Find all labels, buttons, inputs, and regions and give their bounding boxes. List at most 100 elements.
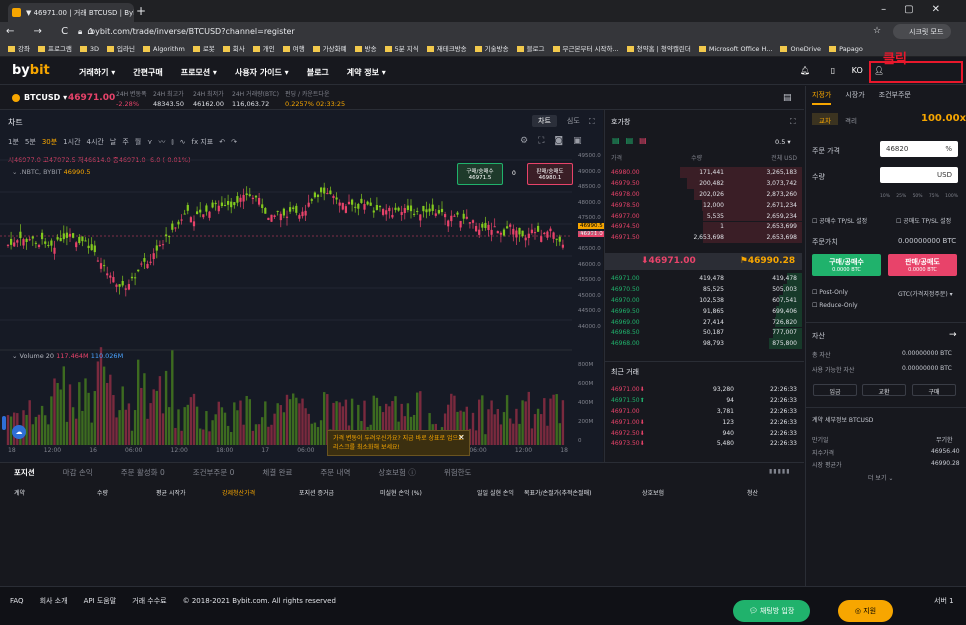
ask-row[interactable]: 46971.50 2,653,698 2,653,698 (605, 232, 802, 244)
chart-tool[interactable]: 주 (122, 138, 128, 146)
chart-settings-icons[interactable]: ⚙⛶◙▣ (520, 136, 592, 146)
incognito-profile[interactable]: 시크릿 모드 (893, 24, 952, 39)
chart-tool[interactable]: ↷ (231, 138, 237, 146)
chart-tool[interactable]: ⋎ (147, 138, 152, 146)
ask-row[interactable]: 46980.00 171,441 3,265,183 (605, 167, 802, 178)
buy-crypto-button[interactable]: 구매 (912, 384, 956, 396)
chat-room-button[interactable]: 💬︎ 채팅방 입장 (733, 600, 810, 622)
bookmark-item[interactable]: 프로그램 (38, 42, 72, 57)
nav-item[interactable]: 사용자 가이드 ▾ (235, 68, 289, 77)
chart-tool[interactable]: 30분 (42, 138, 57, 146)
nav-item[interactable]: 프로모션 ▾ (181, 68, 217, 77)
pct-step[interactable]: 25% (896, 194, 906, 202)
bookmark-item[interactable]: 방송 (355, 42, 377, 57)
more-link[interactable]: 더 보기 ⌄ (868, 473, 893, 482)
bookmark-item[interactable]: 여행 (283, 42, 305, 57)
qty-input[interactable]: USD (880, 167, 958, 183)
chart-tool[interactable]: 1시간 (63, 138, 80, 146)
position-tab[interactable]: 주문 활성화 0 (121, 468, 165, 477)
buy-long-button[interactable]: 구매/공매수 0.0000 BTC (812, 254, 881, 276)
support-button[interactable]: ◎ 지원 (838, 600, 893, 622)
tradingview-icon[interactable]: ☁ (12, 425, 26, 439)
percent-icon[interactable]: % (945, 145, 952, 153)
footer-link[interactable]: FAQ (10, 597, 24, 605)
chart-tool[interactable]: 월 (135, 138, 141, 146)
star-icon[interactable]: ☆ (873, 26, 881, 36)
chart-tool[interactable]: ↶ (219, 138, 225, 146)
ask-row[interactable]: 46978.50 12,000 2,671,234 (605, 199, 802, 211)
bookmark-item[interactable]: OneDrive (780, 42, 821, 57)
ask-row[interactable]: 46977.00 5,535 2,659,234 (605, 210, 802, 222)
margin-cross[interactable]: 교차 (812, 113, 838, 125)
tab-conditional[interactable]: 조건부주문 (879, 91, 911, 99)
leverage-value[interactable]: 100.00x (921, 113, 966, 124)
bookmark-item[interactable]: 로봇 (193, 42, 215, 57)
ask-row[interactable]: 46979.50 200,482 3,073,742 (605, 177, 802, 189)
bell-icon[interactable]: 🔔︎ (800, 66, 810, 75)
bid-row[interactable]: 46969.00 27,414 726,820 (605, 316, 802, 328)
chart-tool[interactable]: 4시간 (87, 138, 104, 146)
chart-tool[interactable]: 〰 (158, 138, 165, 146)
footer-link[interactable]: 회사 소개 (40, 597, 68, 605)
tpsl-buy-check[interactable]: ☐ 공매수 TP/SL 설정 (812, 216, 867, 225)
bookmark-item[interactable]: Algorithm (143, 42, 185, 57)
chart-tool[interactable]: 1분 (8, 138, 19, 146)
bookmark-item[interactable]: Microsoft Office H... (699, 42, 773, 57)
pct-step[interactable]: 100% (945, 194, 958, 202)
bookmark-item[interactable]: 입라닌 (107, 42, 135, 57)
bookmark-item[interactable]: 기술방송 (475, 42, 509, 57)
bookmark-item[interactable]: Papago (829, 42, 863, 57)
qty-percent-slider[interactable]: 10% 25% 50% 75% 100% (880, 194, 958, 202)
nav-item[interactable]: 간편구매 (133, 68, 162, 77)
bookmark-item[interactable]: 5분 지식 (385, 42, 419, 57)
language-selector[interactable]: KO (852, 66, 863, 75)
tab-limit[interactable]: 지정가 (812, 91, 832, 105)
bid-row[interactable]: 46968.00 98,793 875,800 (605, 338, 802, 350)
orderbook-fullscreen-icon[interactable]: ⛶ (790, 117, 796, 127)
symbol-selector[interactable]: BTCUSD ▾ (24, 93, 67, 102)
notice-close-icon[interactable]: ✕ (458, 433, 465, 442)
tab-depth[interactable]: 심도 (561, 115, 586, 127)
position-tab[interactable]: 마감 손익 (63, 468, 93, 477)
scroll-handle[interactable] (2, 416, 6, 430)
bookmark-item[interactable]: 무근본부터 시작하... (553, 42, 619, 57)
reduce-only-check[interactable]: ☐ Reduce-Only (812, 302, 858, 309)
bybit-logo[interactable]: bybit (12, 63, 50, 78)
tab-market[interactable]: 시장가 (845, 91, 864, 99)
tab-chart[interactable]: 차트 (532, 115, 557, 127)
bookmark-item[interactable]: 3D (80, 42, 99, 57)
mobile-icon[interactable]: ▯ (831, 66, 835, 75)
bookmark-item[interactable]: 재테크방송 (427, 42, 467, 57)
url-field[interactable]: bybit.com/trade/inverse/BTCUSD?channel=r… (90, 27, 295, 36)
position-tab[interactable]: 조건부주문 0 (193, 468, 235, 477)
layout-icon[interactable]: ▤ (783, 93, 792, 103)
nav-item[interactable]: 블로그 (307, 68, 329, 77)
deposit-button[interactable]: 입금 (813, 384, 857, 396)
browser-nav-buttons[interactable]: ← → C ⌂ (6, 26, 102, 37)
drag-handle-icon[interactable]: ▮▮▮▮▮ (769, 468, 791, 475)
orderbook-view-icons[interactable]: ▤▤▤ (612, 136, 653, 145)
nav-item[interactable]: 계약 정보 ▾ (347, 68, 386, 77)
bid-row[interactable]: 46969.50 91,865 699,406 (605, 305, 802, 317)
window-controls[interactable]: –▢✕ (881, 4, 958, 15)
price-chart-svg[interactable] (0, 150, 603, 462)
arrow-right-icon[interactable]: → (949, 330, 957, 340)
sell-short-button[interactable]: 판매/공매도 0.0000 BTC (888, 254, 957, 276)
ask-row[interactable]: 46974.50 1 2,653,699 (605, 221, 802, 233)
chart-tool[interactable]: 날 (110, 138, 116, 146)
fullscreen-icon[interactable]: ⛶ (589, 117, 595, 127)
bid-row[interactable]: 46970.00 102,538 607,541 (605, 294, 802, 306)
position-tab[interactable]: 포지션 (14, 468, 35, 477)
bid-row[interactable]: 46970.50 85,525 505,003 (605, 283, 802, 295)
bookmark-item[interactable]: 회사 (223, 42, 245, 57)
exchange-button[interactable]: 교환 (862, 384, 906, 396)
bid-row[interactable]: 46971.00 419,478 419,478 (605, 273, 802, 284)
margin-isolated[interactable]: 격리 (845, 115, 857, 125)
pct-step[interactable]: 75% (929, 194, 939, 202)
bookmark-item[interactable]: 개인 (253, 42, 275, 57)
tpsl-sell-check[interactable]: ☐ 공매도 TP/SL 설정 (896, 216, 951, 225)
price-input[interactable]: 46820% (880, 141, 958, 157)
ask-row[interactable]: 46978.00 202,026 2,873,260 (605, 188, 802, 200)
pct-step[interactable]: 10% (880, 194, 890, 202)
post-only-check[interactable]: ☐ Post-Only (812, 289, 848, 296)
